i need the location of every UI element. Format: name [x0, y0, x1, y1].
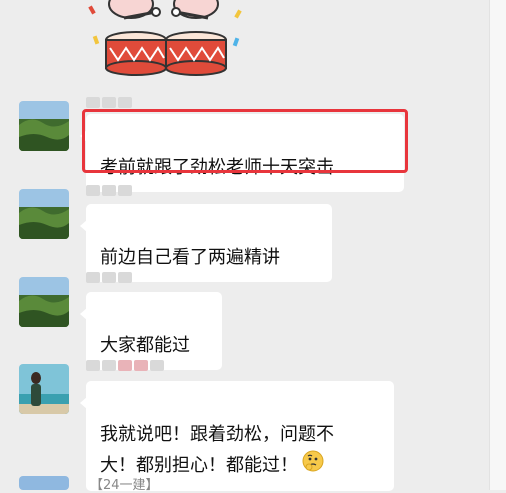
avatar[interactable] — [19, 189, 69, 239]
message-bubble[interactable]: 前边自己看了两遍精讲 — [80, 204, 332, 282]
thinking-face-icon — [302, 450, 324, 482]
sender-name — [86, 272, 132, 284]
highlight-box — [82, 109, 408, 173]
avatar[interactable] — [19, 364, 69, 414]
message-text: 前边自己看了两遍精讲 — [100, 247, 280, 268]
drum-sticker[interactable] — [86, 0, 246, 84]
sender-name — [86, 97, 132, 109]
sender-name — [86, 360, 164, 372]
scrollbar-area[interactable] — [489, 0, 506, 490]
chat-area: 考前就跟了劲松老师十天突击 前边自己看了两遍精讲 大家都能过 我就说吧！跟着劲松… — [0, 0, 490, 493]
message-text: 大家都能过 — [100, 335, 190, 356]
sender-name — [86, 185, 132, 197]
message-bubble[interactable]: 大家都能过 — [80, 292, 222, 370]
avatar[interactable] — [19, 277, 69, 327]
group-tag: 【24一建】 — [90, 478, 159, 493]
avatar[interactable] — [19, 101, 69, 151]
message-text: 我就说吧！跟着劲松，问题不 大！都别担心！都能过！ — [100, 424, 334, 476]
avatar[interactable] — [19, 476, 69, 490]
